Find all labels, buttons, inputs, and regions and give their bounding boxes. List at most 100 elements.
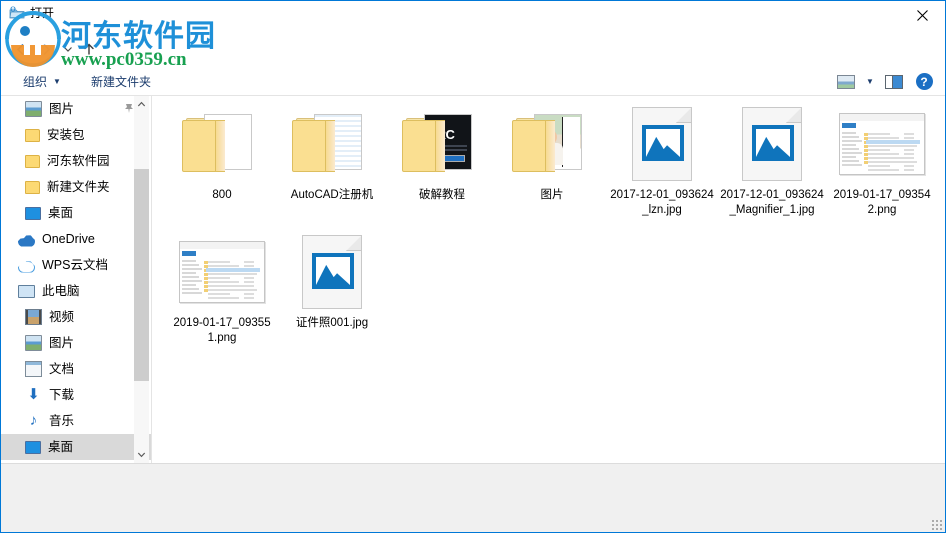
sidebar-item-1[interactable]: 安装包	[1, 122, 151, 148]
sidebar-scrollbar-thumb[interactable]	[134, 169, 149, 381]
file-item[interactable]: 证件照001.jpg	[277, 232, 387, 346]
dialog-content: 图片 安装包 河东软件园 新建文件夹 桌面 OneDrive WPS云文档 此电脑 视频 图片 文档…	[1, 96, 945, 463]
sidebar-item-11[interactable]: ⬇ 下载	[1, 382, 151, 408]
preview-pane-button[interactable]	[879, 70, 909, 94]
file-item[interactable]: 800	[167, 104, 277, 218]
chevron-down-icon: ▼	[53, 76, 61, 86]
image-file-icon	[632, 107, 692, 181]
file-thumbnail	[728, 104, 816, 184]
file-item[interactable]: AutoCAD注册机	[277, 104, 387, 218]
sidebar-item-0[interactable]: 图片	[1, 96, 151, 122]
file-label: 证件照001.jpg	[295, 317, 369, 329]
sidebar-item-label: OneDrive	[42, 232, 95, 246]
screenshot-thumbnail	[839, 113, 925, 175]
scroll-down-arrow-icon[interactable]	[134, 446, 149, 463]
toolbar: 组织 ▼ 新建文件夹 ▼ ?	[1, 67, 945, 96]
file-label: 2017-12-01_093624_Magnifier_1.jpg	[720, 189, 824, 216]
scroll-up-arrow-icon[interactable]	[134, 96, 149, 113]
sidebar-item-label: 桌面	[48, 440, 74, 454]
new-folder-button[interactable]: 新建文件夹	[85, 69, 157, 93]
open-file-dialog: 打开 › 此电脑 › 桌面 › 图片 ›	[0, 0, 946, 533]
sidebar-item-10[interactable]: 文档	[1, 356, 151, 382]
desktop-icon	[25, 441, 41, 454]
file-label: 2019-01-17_093542.png	[833, 189, 931, 216]
file-item[interactable]: 2019-01-17_093551.png	[167, 232, 277, 346]
sidebar-item-label: 图片	[49, 336, 75, 350]
view-layout-icon	[837, 74, 855, 89]
sidebar-item-label: 下载	[49, 388, 75, 402]
file-label: 破解教程	[419, 189, 465, 201]
file-thumbnail	[618, 104, 706, 184]
file-thumbnail	[178, 104, 266, 184]
pictures-icon	[25, 335, 42, 351]
sidebar-item-label: 新建文件夹	[47, 180, 110, 194]
videos-icon	[25, 309, 42, 325]
title-bar-left: 打开	[9, 5, 54, 21]
navigation-pane[interactable]: 图片 安装包 河东软件园 新建文件夹 桌面 OneDrive WPS云文档 此电脑 视频 图片 文档…	[1, 96, 152, 463]
folder-icon	[25, 129, 40, 142]
sidebar-item-label: 安装包	[47, 128, 85, 142]
image-file-icon	[742, 107, 802, 181]
file-label: 800	[212, 189, 232, 201]
sidebar-item-12[interactable]: ♪ 音乐	[1, 408, 151, 434]
file-thumbnail	[288, 232, 376, 312]
file-list-pane[interactable]: 800 AutoCAD注册机 ORC 破解教程 图片 2017-12-01_093624_…	[153, 96, 945, 463]
close-button[interactable]	[899, 1, 945, 30]
folder-icon	[25, 155, 40, 168]
sidebar-scrollbar[interactable]	[134, 96, 149, 463]
organize-label: 组织	[23, 74, 48, 89]
sidebar-item-label: 视频	[49, 310, 75, 324]
up-arrow-icon[interactable]	[77, 34, 101, 64]
view-layout-chevron-down-icon[interactable]: ▼	[861, 70, 879, 94]
window-title: 打开	[30, 6, 55, 20]
downloads-icon: ⬇	[27, 386, 40, 403]
file-item[interactable]: 2017-12-01_093624_lzn.jpg	[607, 104, 717, 218]
sidebar-item-label: 此电脑	[42, 284, 80, 298]
sidebar-item-6[interactable]: WPS云文档	[1, 252, 151, 278]
file-item[interactable]: 2017-12-01_093624_Magnifier_1.jpg	[717, 104, 827, 218]
sidebar-item-9[interactable]: 图片	[1, 330, 151, 356]
file-thumbnail	[838, 104, 926, 184]
help-button[interactable]: ?	[909, 70, 939, 94]
toolbar-right-group: ▼ ?	[831, 67, 939, 96]
open-folder-icon	[9, 5, 25, 21]
recent-locations-chevron-down-icon[interactable]	[59, 34, 77, 64]
file-item[interactable]: ORC 破解教程	[387, 104, 497, 218]
documents-icon	[25, 361, 42, 377]
sidebar-item-label: 河东软件园	[47, 154, 110, 168]
sidebar-item-label: 文档	[49, 362, 75, 376]
this-pc-icon	[18, 285, 35, 298]
file-item[interactable]: 2019-01-17_093542.png	[827, 104, 937, 218]
desktop-icon	[25, 207, 41, 220]
back-arrow-icon[interactable]	[7, 34, 33, 64]
sidebar-item-3[interactable]: 新建文件夹	[1, 174, 151, 200]
resize-grip-icon[interactable]	[931, 519, 942, 530]
sidebar-item-label: WPS云文档	[42, 258, 108, 272]
sidebar-item-7[interactable]: 此电脑	[1, 278, 151, 304]
folder-icon	[182, 112, 262, 176]
view-layout-button[interactable]	[831, 70, 861, 94]
pictures-icon	[25, 101, 42, 117]
sidebar-item-13[interactable]: 桌面	[1, 434, 151, 460]
file-label: 2017-12-01_093624_lzn.jpg	[610, 189, 714, 216]
dialog-footer: 文件名(N): Image files (*.png;*.jpg;*.gif) …	[1, 463, 945, 532]
file-thumbnail	[178, 232, 266, 312]
sidebar-item-4[interactable]: 桌面	[1, 200, 151, 226]
forward-arrow-icon[interactable]	[33, 34, 59, 64]
sidebar-item-8[interactable]: 视频	[1, 304, 151, 330]
sidebar-item-5[interactable]: OneDrive	[1, 226, 151, 252]
file-thumbnail: ORC	[398, 104, 486, 184]
folder-icon	[25, 181, 40, 194]
help-icon: ?	[915, 73, 933, 90]
file-item[interactable]: 图片	[497, 104, 607, 218]
sidebar-item-2[interactable]: 河东软件园	[1, 148, 151, 174]
onedrive-icon	[18, 235, 35, 247]
file-label: AutoCAD注册机	[290, 189, 374, 201]
sidebar-item-label: 音乐	[49, 414, 75, 428]
file-label: 2019-01-17_093551.png	[173, 317, 271, 344]
pin-icon[interactable]	[124, 103, 134, 114]
organize-button[interactable]: 组织 ▼	[17, 69, 67, 93]
music-icon: ♪	[29, 412, 38, 429]
file-thumbnail	[288, 104, 376, 184]
folder-icon	[292, 112, 372, 176]
